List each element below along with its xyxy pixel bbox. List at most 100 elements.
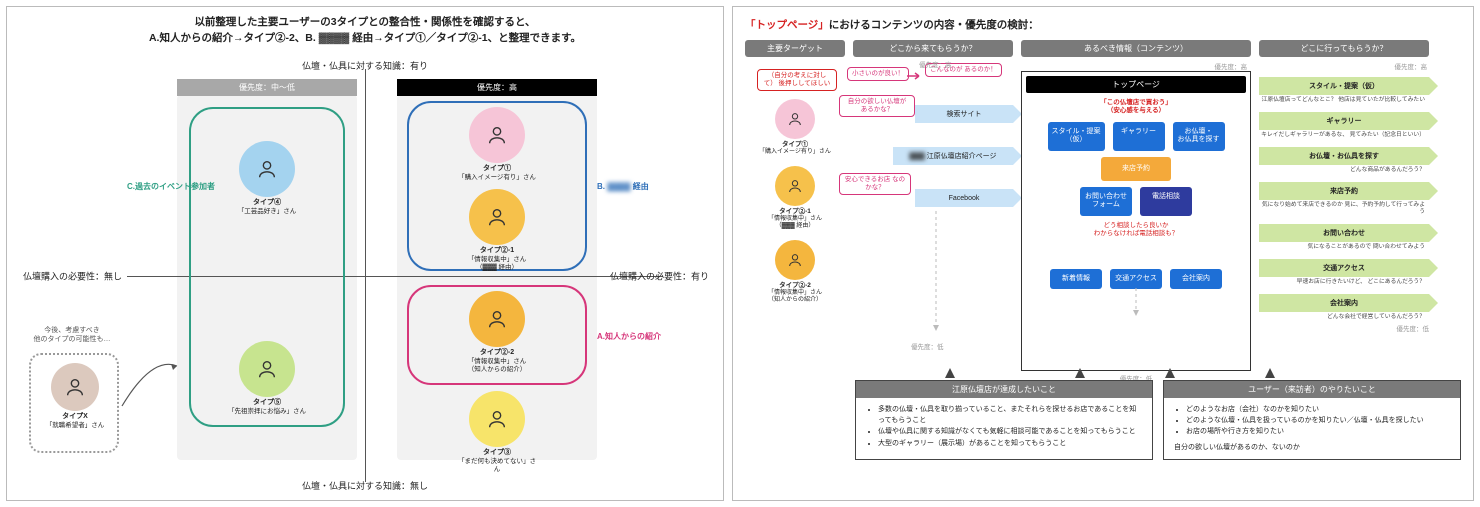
dest-label: お問い合わせ (1323, 228, 1365, 238)
persona-sub2: （知人からの紹介） (457, 366, 537, 374)
col2-prio-lo: 優先度：低 (911, 341, 944, 351)
persona-icon (469, 291, 525, 347)
bubble-2: 小さいのが良い！ (847, 67, 909, 81)
bubble-5: 安心できるお店 なのかな？ (839, 173, 911, 195)
dest-list: スタイル・提案（仮）江原仏壇店ってどんなとこ？ 他店は見ていたが比較してみたい … (1259, 71, 1429, 321)
dest-item: お問い合わせ気になることがあるので 問い合わせてみよう (1259, 222, 1429, 251)
persona-sub: 「情報収集中」さん (457, 256, 537, 264)
chip-tel: 電話相談 (1140, 187, 1192, 216)
persona-icon (51, 363, 99, 411)
priority-mid-header: 優先度：中〜低 (177, 79, 357, 96)
dest-note: 江原仏壇店ってどんなとこ？ 他店は見ていたが比較してみたい (1259, 97, 1429, 104)
persona-icon (469, 107, 525, 163)
col4-prio-lo: 優先度：低 (1259, 323, 1429, 333)
title-line2: A.知人からの紹介→タイプ②-2、B. ▓▓▓▓ 経由→タイプ①／タイプ②-1、… (149, 32, 581, 44)
up-arrow-icon (1265, 368, 1275, 378)
persona-type2-2: タイプ②-2 「情報収集中」さん （知人からの紹介） (457, 291, 537, 373)
group-b-label-blur: ▓▓▓▓ (607, 182, 630, 191)
r-persona-22: タイプ②-2 「情報収集中」さん （知人からの紹介） (755, 240, 835, 304)
col-dest: どこに行ってもらうか？ 優先度：高 スタイル・提案（仮）江原仏壇店ってどんなとこ… (1259, 40, 1429, 333)
axis-top-label: 仏壇・仏具に対する知識：有り (302, 59, 428, 72)
goal-store: 江原仏壇店が達成したいこと 多数の仏壇・仏具を取り揃っていること、またそれらを探… (855, 380, 1153, 460)
up-arrow-icon (1075, 368, 1085, 378)
dest-item: スタイル・提案（仮）江原仏壇店ってどんなとこ？ 他店は見ていたが比較してみたい (1259, 75, 1429, 104)
dest-note: 気になることがあるので 問い合わせてみよう (1259, 244, 1429, 251)
red-copy-1: 「この仏壇店で買おう」 （安心感を与える） (1026, 99, 1246, 116)
bubble-1: （自分の考えに対して） 後押ししてほしい (757, 69, 837, 91)
goal1-item: 多数の仏壇・仏具を取り揃っていること、またそれらを探せるお店であることを知っても… (878, 404, 1142, 426)
left-title: 以前整理した主要ユーザーの3タイプとの整合性・関係性を確認すると、 A.知人から… (7, 7, 723, 51)
persona-type5: タイプ⑤ 「先祖崇拝にお悩み」さん (227, 341, 307, 416)
curved-arrow-icon (117, 351, 187, 411)
goal1-item: 大型のギャラリー（展示場）があることを知ってもらうこと (878, 438, 1142, 449)
columns-row: 主要ターゲット タイプ① 「購入イメージ有り」さん タイプ②-1 「情報収集中」… (745, 40, 1461, 370)
dest-note: どんな商品があるんだろう？ (1259, 167, 1429, 174)
group-a-label: A.知人からの紹介 (597, 331, 661, 342)
chip-news: 新着情報 (1050, 269, 1102, 289)
goal-user: ユーザー（来訪者）のやりたいこと どのようなお店（会社）なのかを知りたい どのよ… (1163, 380, 1461, 460)
persona-icon (239, 341, 295, 397)
red-copy-2: どう相談したら良いか わからなければ電話相談も？ (1026, 222, 1246, 239)
chip-row-visit: 来店予約 (1026, 157, 1246, 181)
src-label-blur: ▓▓▓ (909, 153, 924, 160)
dest-item: 来店予約気になり始めて来店できるのか 見に、予約予約して行ってみよう (1259, 180, 1429, 216)
chip-access: 交通アクセス (1110, 269, 1162, 289)
up-arrow-icon (1165, 368, 1175, 378)
goal1-item: 仏壇や仏具に関する知識がなくても気軽に相談可能であることを知ってもらうこと (878, 426, 1142, 437)
col1-head: 主要ターゲット (745, 40, 845, 57)
persona-sub: 「購入イメージ有り」さん (457, 174, 537, 182)
goal2-item: 自分の欲しい仏壇があるのか、ないのか (1174, 442, 1450, 453)
chip-contact: お問い合わせ フォーム (1080, 187, 1132, 216)
persona-sub: 「情報収集中」さん (768, 216, 822, 223)
right-title: 「トップページ」におけるコンテンツの内容・優先度の検討： (745, 17, 1461, 32)
persona-sub: 「購入イメージ有り」さん (759, 149, 831, 156)
pink-arrow-icon (907, 71, 925, 81)
persona-typex: タイプX 「就職希望者」さん (35, 363, 115, 430)
persona-sub: 「先祖崇拝にお悩み」さん (227, 408, 307, 416)
chip-search: お仏壇・ お仏具を探す (1173, 122, 1225, 151)
src-intro: ▓▓▓ 江原仏壇店紹介ページ (893, 145, 1013, 167)
dest-item: お仏壇・お仏具を探すどんな商品があるんだろう？ (1259, 145, 1429, 174)
axis-y (365, 69, 366, 482)
col-source: どこから来てもらうか？ （自分の考えに対して） 後押ししてほしい 小さいのが良い… (853, 40, 1013, 341)
persona-icon (469, 391, 525, 447)
dest-note: キレイだしギャラリーがあるな、 見てみたい（記念日といい） (1259, 132, 1429, 139)
dest-label: 交通アクセス (1323, 263, 1365, 273)
src-label: Facebook (949, 195, 980, 202)
src-label: 江原仏壇店紹介ページ (927, 151, 997, 161)
persona-label: タイプ④ (227, 199, 307, 208)
col4-head: どこに行ってもらうか？ (1259, 40, 1429, 57)
persona-type1: タイプ① 「購入イメージ有り」さん (457, 107, 537, 182)
chip-style: スタイル・提案 （仮） (1048, 122, 1105, 151)
persona-type2-1: タイプ②-1 「情報収集中」さん （▓▓▓ 経由） (457, 189, 537, 271)
src-fb: Facebook (915, 187, 1013, 209)
persona-type4: タイプ④ 「工芸品好き」さん (227, 141, 307, 216)
note-l1: 今後、考慮すべき (44, 327, 100, 334)
persona-label: タイプ②-2 (457, 349, 537, 358)
persona-sub: 「就職希望者」さん (35, 422, 115, 430)
goal2-head: ユーザー（来訪者）のやりたいこと (1164, 381, 1460, 398)
r-persona-21: タイプ②-1 「情報収集中」さん （▓▓▓ 経由） (755, 166, 835, 230)
chip-row-3: 新着情報 交通アクセス 会社案内 (1026, 269, 1246, 289)
persona-sub: 「工芸品好き」さん (227, 208, 307, 216)
dest-item: 交通アクセス早速お店に行きたいけど、 どこにあるんだろう？ (1259, 257, 1429, 286)
col-content: あるべき情報（コンテンツ） 優先度：高 トップページ 「この仏壇店で買おう」 （… (1021, 40, 1251, 383)
goals-row: 江原仏壇店が達成したいこと 多数の仏壇・仏具を取り揃っていること、またそれらを探… (745, 380, 1461, 460)
future-note: 今後、考慮すべき 他のタイプの可能性も… (27, 326, 117, 344)
src-search: 検索サイト (915, 103, 1013, 125)
note-l2: 他のタイプの可能性も… (34, 336, 111, 343)
dest-item: ギャラリーキレイだしギャラリーがあるな、 見てみたい（記念日といい） (1259, 110, 1429, 139)
r-persona-1: タイプ① 「購入イメージ有り」さん (755, 99, 835, 156)
dest-label: お仏壇・お仏具を探す (1309, 151, 1379, 161)
src-label: 検索サイト (947, 109, 982, 119)
top-page-head: トップページ (1026, 76, 1246, 93)
persona-label: タイプ②-1 (457, 247, 537, 256)
up-arrow-icon (945, 368, 955, 378)
chip-about: 会社案内 (1170, 269, 1222, 289)
top-page-box: トップページ 「この仏壇店で買おう」 （安心感を与える） スタイル・提案 （仮）… (1021, 71, 1251, 371)
priority-high-header: 優先度：高 (397, 79, 597, 96)
group-b-label: B. ▓▓▓▓ 経由 (597, 181, 649, 192)
persona-label: タイプ⑤ (227, 399, 307, 408)
persona-type3: タイプ③ 「まだ何も決めてない」さん (457, 391, 537, 473)
goal2-list: どのようなお店（会社）なのかを知りたい どのような仏壇・仏具を扱っているのかを知… (1164, 398, 1460, 459)
